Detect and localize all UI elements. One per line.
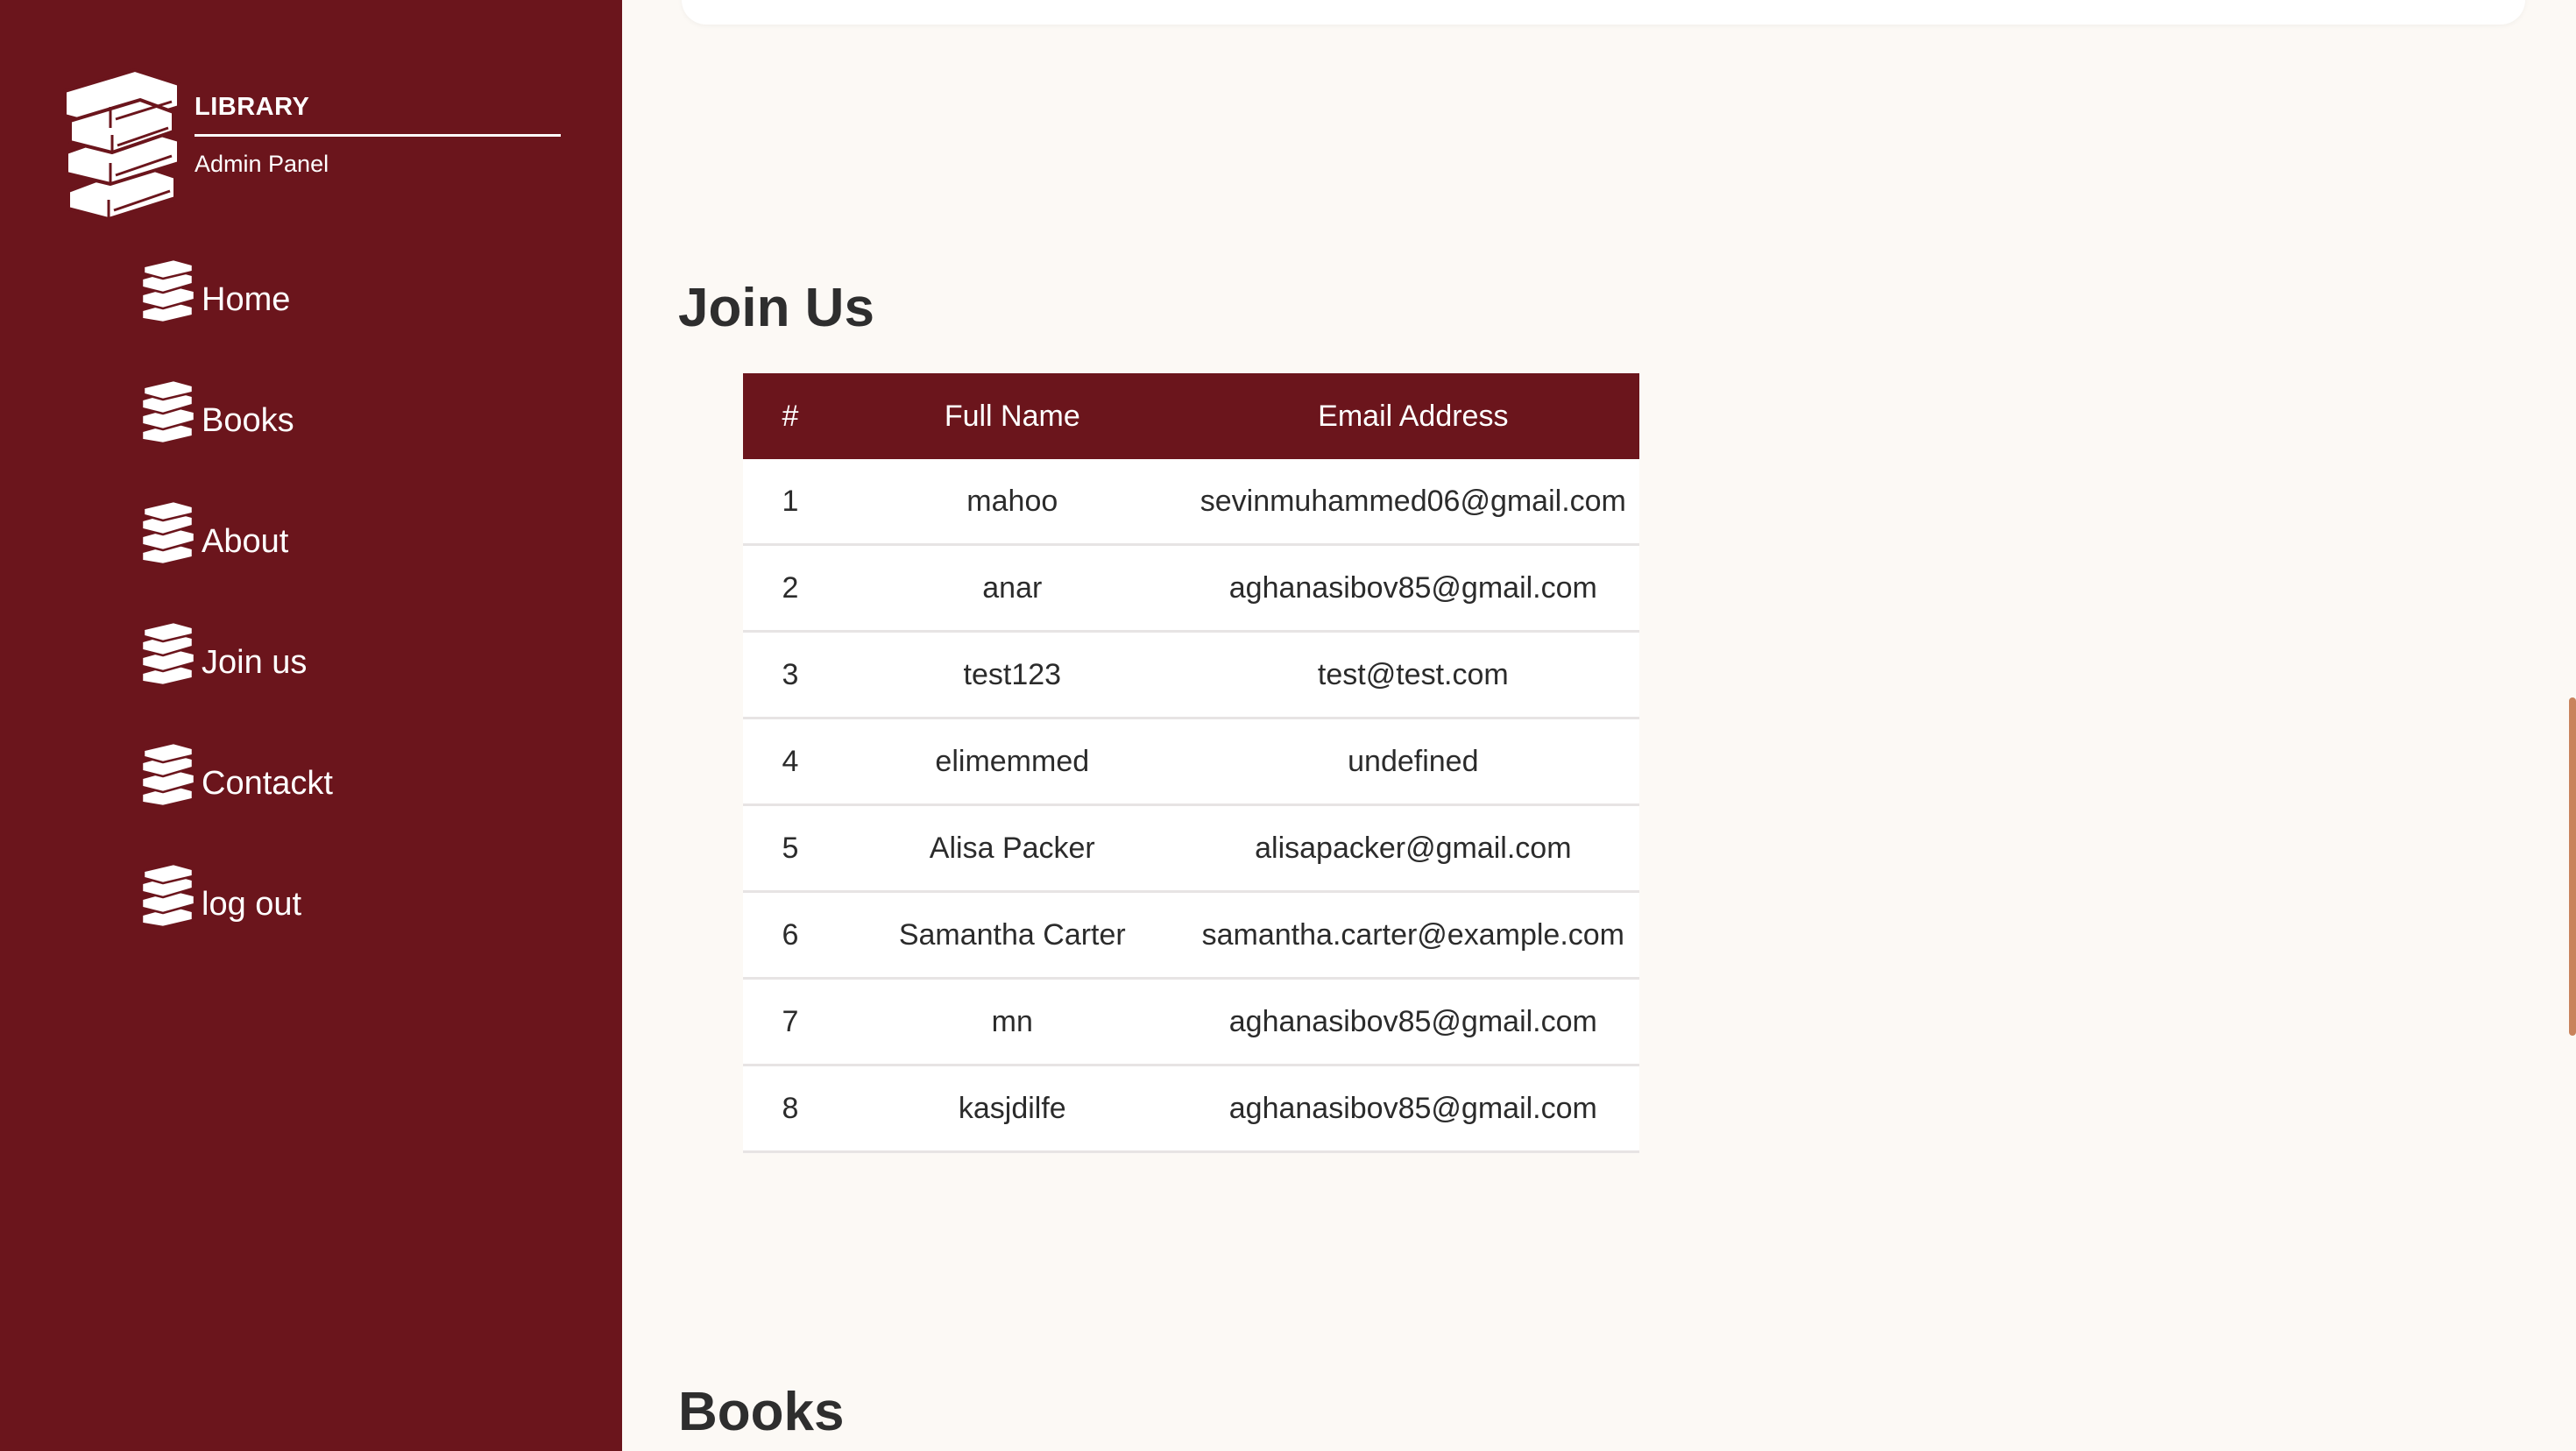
table-row: 1 mahoo sevinmuhammed06@gmail.com bbox=[743, 459, 1639, 546]
books-title: Books bbox=[678, 1382, 845, 1442]
books-icon bbox=[140, 743, 196, 806]
table-row: 8 kasjdilfe aghanasibov85@gmail.com bbox=[743, 1065, 1639, 1153]
books-icon bbox=[140, 501, 196, 564]
cell-full-name: anar bbox=[837, 544, 1187, 633]
nav-label: Books bbox=[202, 401, 294, 439]
column-header-email: Email Address bbox=[1186, 373, 1639, 459]
sidebar: LIBRARY Admin Panel Home Books About Joi… bbox=[0, 0, 622, 1451]
nav-label: Join us bbox=[202, 643, 308, 681]
cell-email: aghanasibov85@gmail.com bbox=[1186, 544, 1639, 633]
cell-number: 3 bbox=[743, 631, 838, 719]
cell-number: 1 bbox=[743, 459, 838, 546]
brand-title: LIBRARY bbox=[195, 93, 561, 137]
cell-number: 6 bbox=[743, 891, 838, 980]
nav-item-join-us[interactable]: Join us bbox=[138, 622, 333, 685]
table-row: 3 test123 test@test.com bbox=[743, 631, 1639, 719]
scrollbar-thumb[interactable] bbox=[2569, 697, 2576, 1036]
cell-number: 2 bbox=[743, 544, 838, 633]
books-icon bbox=[140, 864, 196, 927]
nav-label: log out bbox=[202, 885, 302, 923]
cell-full-name: Samantha Carter bbox=[837, 891, 1187, 980]
column-header-full-name: Full Name bbox=[837, 373, 1187, 459]
table-row: 2 anar aghanasibov85@gmail.com bbox=[743, 544, 1639, 633]
nav-item-home[interactable]: Home bbox=[138, 259, 333, 322]
cell-number: 5 bbox=[743, 804, 838, 893]
cell-number: 4 bbox=[743, 718, 838, 806]
cell-email: aghanasibov85@gmail.com bbox=[1186, 1065, 1639, 1153]
books-icon bbox=[140, 622, 196, 685]
books-logo-icon bbox=[63, 68, 180, 219]
nav-label: Contackt bbox=[202, 764, 333, 802]
nav-label: Home bbox=[202, 280, 291, 318]
join-us-table: # Full Name Email Address 1 mahoo sevinm… bbox=[743, 373, 1639, 1153]
table-row: 7 mn aghanasibov85@gmail.com bbox=[743, 978, 1639, 1066]
nav-item-log-out[interactable]: log out bbox=[138, 864, 333, 927]
cell-full-name: test123 bbox=[837, 631, 1187, 719]
table-row: 5 Alisa Packer alisapacker@gmail.com bbox=[743, 804, 1639, 893]
cell-email: test@test.com bbox=[1186, 631, 1639, 719]
cell-full-name: mn bbox=[837, 978, 1187, 1066]
cell-number: 7 bbox=[743, 978, 838, 1066]
column-header-number: # bbox=[743, 373, 838, 459]
sidebar-nav: Home Books About Join us Contackt log ou… bbox=[138, 259, 333, 985]
nav-item-contact[interactable]: Contackt bbox=[138, 743, 333, 806]
top-card bbox=[682, 0, 2525, 25]
table-header-row: # Full Name Email Address bbox=[743, 373, 1639, 459]
cell-email: samantha.carter@example.com bbox=[1186, 891, 1639, 980]
cell-full-name: mahoo bbox=[837, 459, 1187, 546]
nav-item-about[interactable]: About bbox=[138, 501, 333, 564]
cell-full-name: kasjdilfe bbox=[837, 1065, 1187, 1153]
join-us-title: Join Us bbox=[678, 278, 874, 338]
nav-label: About bbox=[202, 522, 289, 560]
table-row: 4 elimemmed undefined bbox=[743, 718, 1639, 806]
table-row: 6 Samantha Carter samantha.carter@exampl… bbox=[743, 891, 1639, 980]
cell-email: undefined bbox=[1186, 718, 1639, 806]
cell-full-name: elimemmed bbox=[837, 718, 1187, 806]
cell-full-name: Alisa Packer bbox=[837, 804, 1187, 893]
cell-email: alisapacker@gmail.com bbox=[1186, 804, 1639, 893]
nav-item-books[interactable]: Books bbox=[138, 380, 333, 443]
books-icon bbox=[140, 259, 196, 322]
cell-number: 8 bbox=[743, 1065, 838, 1153]
brand: LIBRARY Admin Panel bbox=[60, 68, 561, 226]
brand-subtitle: Admin Panel bbox=[195, 151, 329, 177]
cell-email: sevinmuhammed06@gmail.com bbox=[1186, 459, 1639, 546]
cell-email: aghanasibov85@gmail.com bbox=[1186, 978, 1639, 1066]
books-icon bbox=[140, 380, 196, 443]
